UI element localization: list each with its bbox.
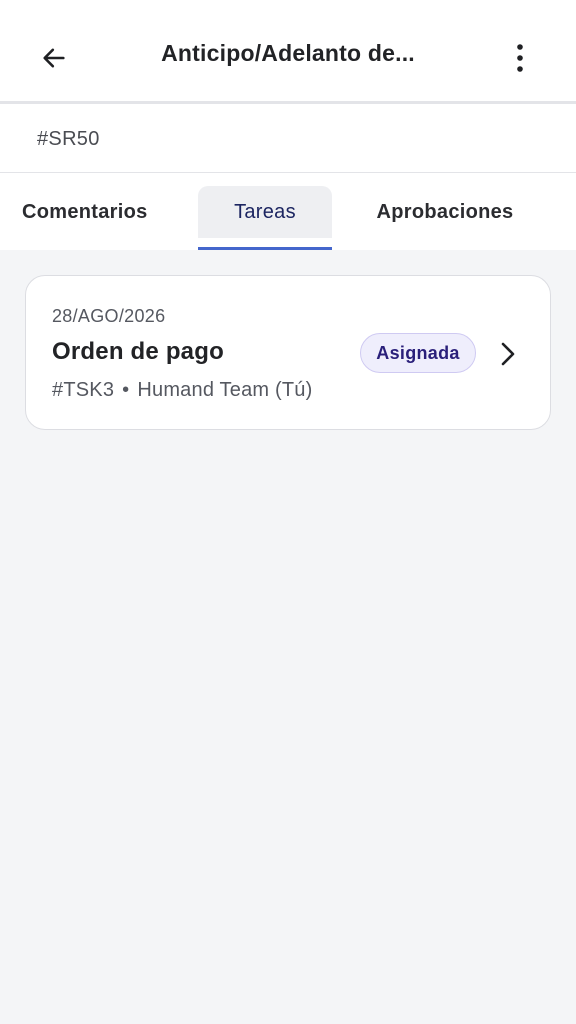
back-button[interactable]: [32, 36, 76, 80]
tab-bar: Comentarios Tareas Aprobaciones: [0, 173, 576, 250]
tab-comentarios[interactable]: Comentarios: [0, 186, 172, 238]
more-options-button[interactable]: [500, 36, 540, 80]
request-code: #SR50: [37, 128, 100, 150]
task-card[interactable]: 28/AGO/2026 Orden de pago #TSK3 • Humand T…: [25, 275, 551, 430]
status-badge: Asignada: [360, 333, 476, 373]
task-code: #TSK3: [52, 379, 115, 401]
arrow-left-icon: [43, 48, 65, 68]
screen: Anticipo/Adelanto de... #SR50 Comentario…: [0, 0, 576, 1024]
open-task-chevron[interactable]: [496, 340, 520, 368]
tab-selected-indicator: [198, 247, 332, 250]
chevron-right-icon: [501, 342, 515, 366]
task-date: 28/AGO/2026: [52, 306, 166, 326]
meta-separator: •: [122, 379, 130, 401]
task-meta: #TSK3 • Humand Team (Tú): [52, 379, 312, 402]
task-title: Orden de pago: [52, 338, 224, 365]
page-title: Anticipo/Adelanto de...: [161, 40, 415, 66]
task-assignee: Humand Team (Tú): [137, 379, 313, 401]
tab-aprobaciones[interactable]: Aprobaciones: [360, 186, 530, 238]
request-code-row: #SR50: [0, 104, 576, 173]
more-vertical-icon: [517, 44, 523, 72]
app-bar: Anticipo/Adelanto de...: [0, 0, 576, 104]
tab-tareas[interactable]: Tareas: [198, 186, 332, 238]
